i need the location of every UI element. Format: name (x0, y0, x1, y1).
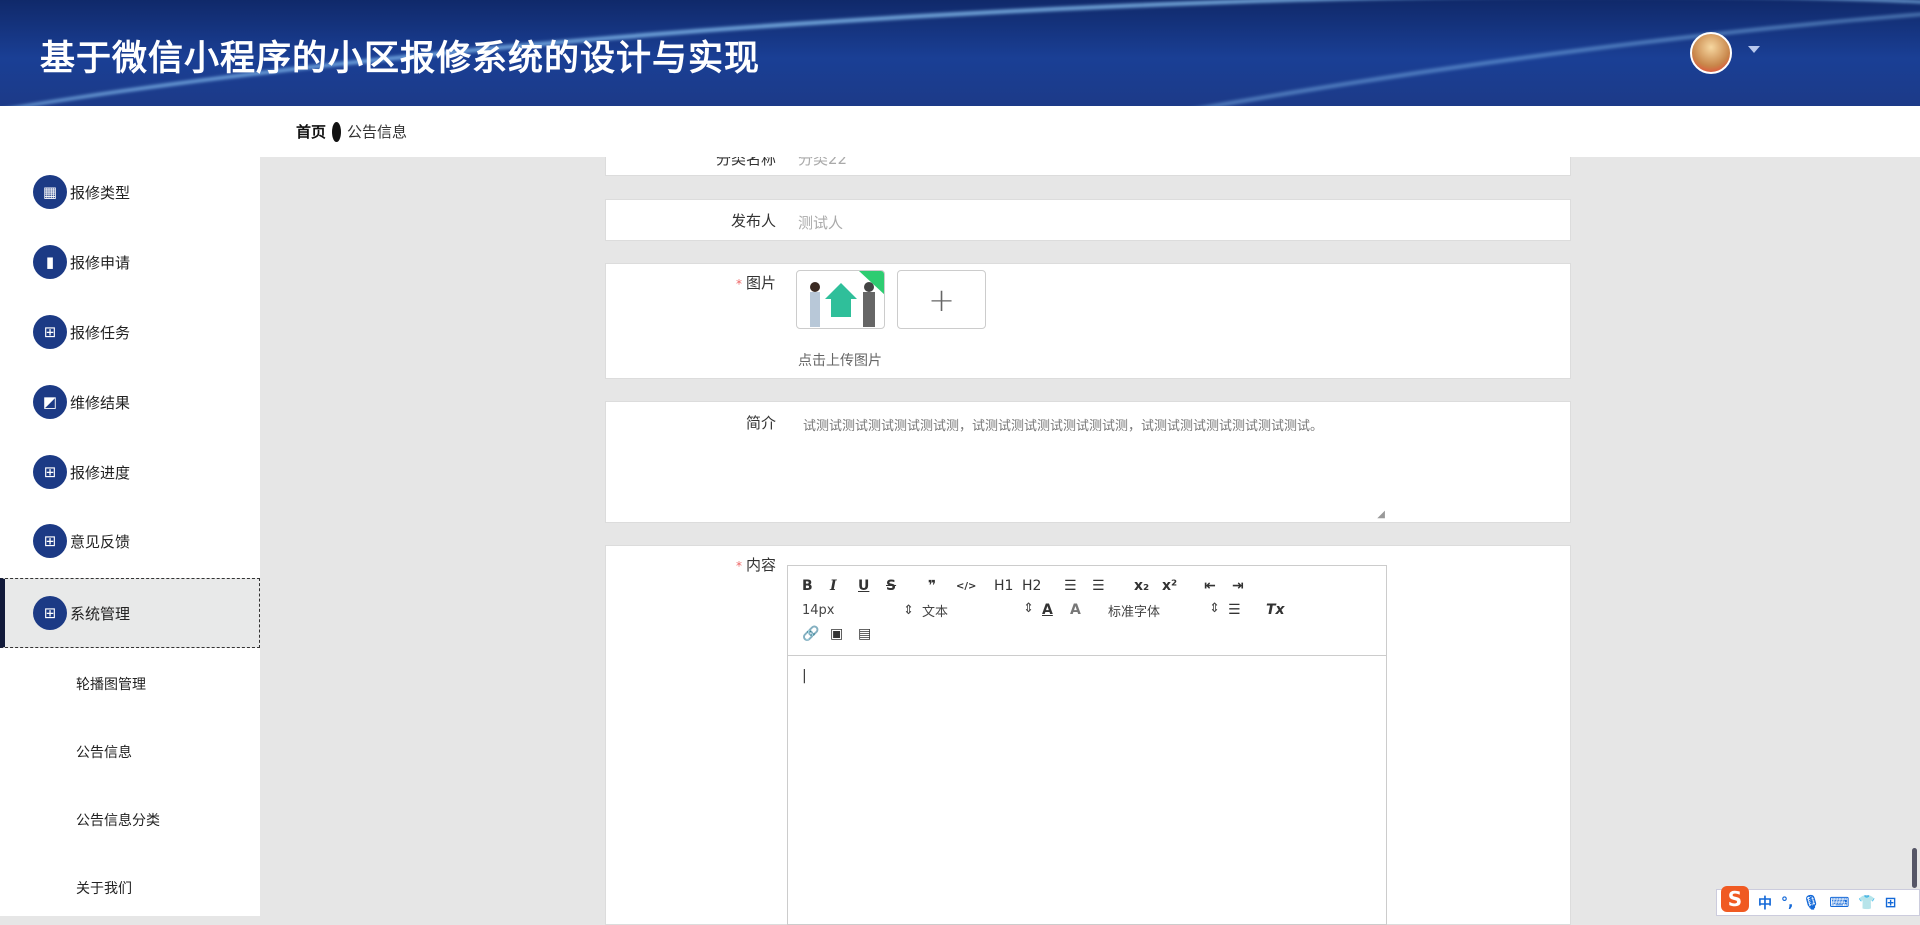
publisher-input[interactable]: 测试人 (798, 212, 843, 233)
font-size-select[interactable]: 14px ⇕ (802, 603, 914, 618)
breadcrumb-bar: 首页 公告信息 (260, 106, 1920, 157)
clear-format-icon[interactable]: Tx (1266, 602, 1294, 618)
editor-toolbar: B I U S ❞ </> H1 H2 ☰ ☰ x₂ x² ⇤ ⇥ 14px ⇕ … (788, 566, 1386, 656)
video-icon[interactable]: ▤ (858, 626, 886, 642)
sogou-logo-icon[interactable]: S (1721, 885, 1749, 912)
ime-toolbar: S 中 °, 🎙 ⌨ 👕 ⊞ (1716, 885, 1920, 916)
content-field: * 内容 B I U S ❞ </> H1 H2 ☰ ☰ x₂ x² ⇤ ⇥ 14… (605, 545, 1571, 925)
select-arrows-icon: ⇕ (1023, 600, 1034, 616)
sidebar-item-feedback[interactable]: ⊞ 意见反馈 (0, 506, 260, 576)
intro-text: 试测试测试测试测试测试测，试测试测试测试测试测试测，试测试测试测试测试测试测试。 (803, 419, 1324, 434)
sidebar-item-repair-result[interactable]: ◩ 维修结果 (0, 367, 260, 437)
indent-icon[interactable]: ⇥ (1232, 578, 1260, 594)
code-button[interactable]: </> (956, 581, 984, 592)
sidebar-item-system-management[interactable]: ⊞ 系统管理 (0, 578, 260, 648)
intro-field: 简介 试测试测试测试测试测试测，试测试测试测试测试测试测，试测试测试测试测试测试… (605, 401, 1571, 523)
bullet-list-icon[interactable]: ☰ (1092, 578, 1120, 594)
uploaded-image-thumbnail[interactable] (796, 270, 885, 329)
font-family-select[interactable]: 标准字体 ⇕ (1108, 601, 1220, 620)
ordered-list-icon[interactable]: ☰ (1064, 578, 1092, 594)
grid-icon: ⊞ (33, 455, 67, 489)
rich-text-editor: B I U S ❞ </> H1 H2 ☰ ☰ x₂ x² ⇤ ⇥ 14px ⇕ … (787, 565, 1387, 925)
table-icon: ▦ (33, 175, 67, 209)
field-label: * 内容 (735, 556, 776, 574)
keyboard-icon[interactable]: ⌨ (1829, 895, 1849, 911)
header-value: 文本 (922, 604, 949, 620)
sidebar-item-label: 报修类型 (70, 183, 131, 202)
align-icon[interactable]: ☰ (1228, 602, 1256, 618)
field-label: 发布人 (730, 212, 776, 230)
sidebar-item-label: 报修申请 (70, 253, 131, 272)
ime-punctuation-toggle[interactable]: °, (1781, 895, 1793, 911)
background-color-icon[interactable]: A (1070, 602, 1098, 618)
font-color-icon[interactable]: A (1042, 602, 1070, 618)
image-icon[interactable]: ▣ (830, 626, 858, 642)
sidebar-item-label: 报修任务 (70, 323, 131, 342)
breadcrumb: 首页 公告信息 (296, 121, 407, 142)
toolbox-icon[interactable]: ⊞ (1885, 895, 1897, 911)
dropdown-caret-icon[interactable] (1748, 46, 1760, 53)
sidebar-subitem-about[interactable]: 关于我们 (76, 878, 132, 898)
page-scrollbar[interactable] (1912, 848, 1917, 888)
grid-icon: ⊞ (33, 315, 67, 349)
breadcrumb-separator-icon (332, 121, 342, 142)
upload-hint: 点击上传图片 (798, 353, 882, 369)
app-header: 基于微信小程序的小区报修系统的设计与实现 (0, 0, 1920, 106)
resize-handle-icon[interactable]: ◢ (1377, 509, 1385, 520)
sidebar-item-label: 维修结果 (70, 393, 131, 412)
link-icon[interactable]: 🔗 (802, 626, 830, 642)
bold-button[interactable]: B (802, 578, 830, 594)
select-arrows-icon: ⇕ (1209, 600, 1220, 616)
sidebar-subitem-notice-category[interactable]: 公告信息分类 (76, 810, 160, 830)
sidebar-item-repair-task[interactable]: ⊞ 报修任务 (0, 297, 260, 367)
blockquote-button[interactable]: ❞ (928, 578, 956, 594)
field-label: * 图片 (735, 274, 776, 292)
sidebar-item-repair-progress[interactable]: ⊞ 报修进度 (0, 437, 260, 507)
breadcrumb-home[interactable]: 首页 (296, 121, 326, 142)
upload-image-button[interactable]: + (897, 270, 986, 329)
select-arrows-icon: ⇕ (903, 602, 914, 618)
strike-button[interactable]: S (886, 578, 914, 594)
ime-language-toggle[interactable]: 中 (1758, 893, 1772, 913)
field-label: 简介 (745, 414, 776, 432)
intro-textarea[interactable]: 试测试测试测试测试测试测，试测试测试测试测试测试测，试测试测试测试测试测试测试。… (787, 402, 1387, 522)
bookmark-icon: ▮ (33, 245, 67, 279)
underline-button[interactable]: U (858, 578, 886, 594)
microphone-icon[interactable]: 🎙 (1802, 895, 1820, 911)
h2-button[interactable]: H2 (1022, 578, 1050, 594)
app-title: 基于微信小程序的小区报修系统的设计与实现 (40, 39, 761, 79)
sidebar: ▦ 报修类型 ▮ 报修申请 ⊞ 报修任务 ◩ 维修结果 ⊞ 报修进度 ⊞ 意见反馈 ⊞ 系统管… (0, 106, 260, 916)
font-family-value: 标准字体 (1108, 604, 1161, 620)
italic-button[interactable]: I (830, 578, 858, 594)
sidebar-subitem-carousel[interactable]: 轮播图管理 (76, 674, 146, 694)
chart-icon: ◩ (33, 385, 67, 419)
grid-icon: ⊞ (33, 596, 67, 630)
sidebar-item-label: 意见反馈 (70, 532, 131, 551)
sidebar-item-repair-request[interactable]: ▮ 报修申请 (0, 227, 260, 297)
sidebar-item-label: 系统管理 (70, 604, 131, 623)
user-avatar[interactable] (1690, 32, 1732, 74)
field-label-text: 内容 (745, 556, 776, 574)
outdent-icon[interactable]: ⇤ (1204, 578, 1232, 594)
image-field: * 图片 + 点击上传图片 (605, 263, 1571, 379)
breadcrumb-current: 公告信息 (347, 123, 408, 141)
subscript-button[interactable]: x₂ (1134, 578, 1162, 594)
skin-icon[interactable]: 👕 (1858, 895, 1875, 911)
sidebar-subitem-notice[interactable]: 公告信息 (76, 742, 132, 762)
editor-body[interactable]: | (788, 656, 1386, 924)
h1-button[interactable]: H1 (994, 578, 1022, 594)
publisher-field: 发布人 测试人 (605, 199, 1571, 241)
sidebar-item-label: 报修进度 (70, 463, 131, 482)
grid-icon: ⊞ (33, 524, 67, 558)
superscript-button[interactable]: x² (1162, 578, 1190, 594)
field-label-text: 图片 (745, 274, 776, 292)
header-select[interactable]: 文本 ⇕ (922, 601, 1034, 620)
sidebar-item-repair-type[interactable]: ▦ 报修类型 (0, 157, 260, 227)
font-size-value: 14px (802, 602, 835, 618)
